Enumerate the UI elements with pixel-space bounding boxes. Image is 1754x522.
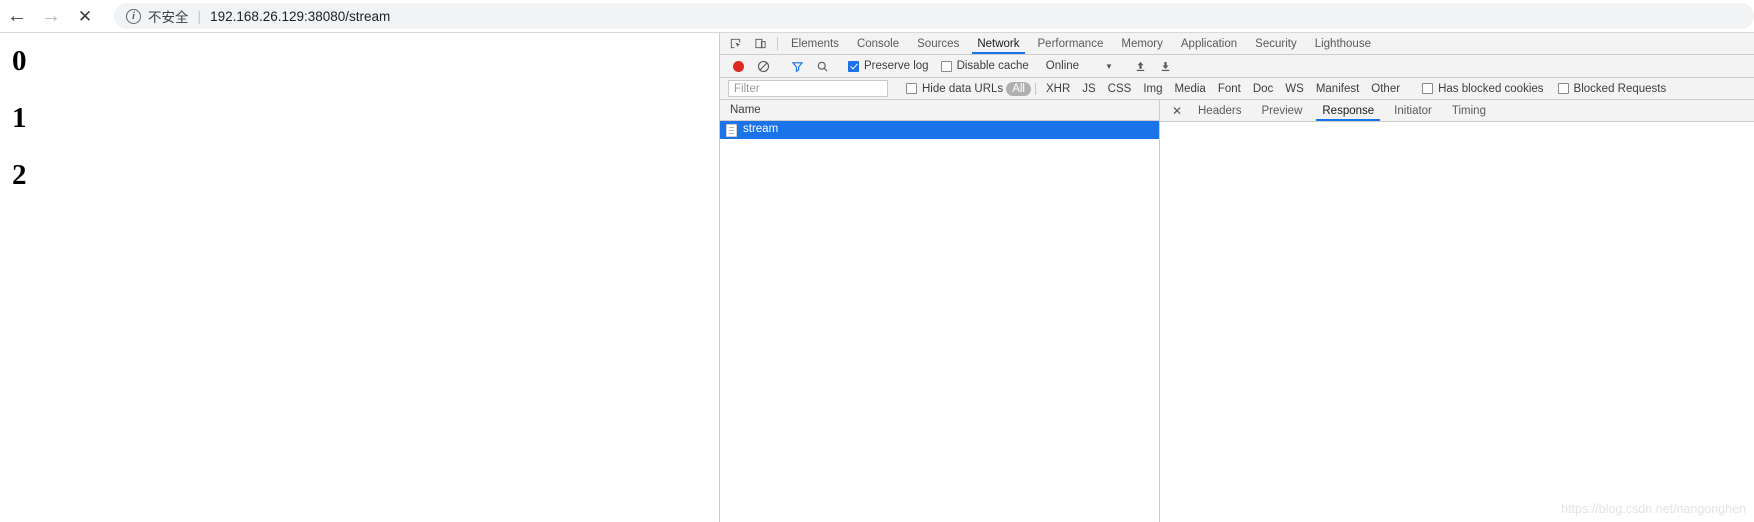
- forward-arrow-icon[interactable]: →: [34, 0, 68, 33]
- info-circle-icon[interactable]: i: [126, 8, 141, 24]
- tab-security[interactable]: Security: [1246, 33, 1306, 54]
- tab-preview[interactable]: Preview: [1251, 100, 1312, 121]
- security-status-label: 不安全: [148, 10, 189, 25]
- disable-cache-label: Disable cache: [956, 60, 1029, 72]
- tab-timing[interactable]: Timing: [1442, 100, 1496, 121]
- app-root: ← → ✕ i 不安全 | 192.168.26.129:38080/strea…: [0, 0, 1754, 522]
- checkbox-box: [848, 60, 859, 72]
- checkbox-box: [940, 60, 952, 72]
- throttling-dropdown[interactable]: Online ▼: [1046, 60, 1113, 72]
- magnifier-search-icon: [817, 61, 828, 72]
- request-name: stream: [743, 123, 779, 136]
- tab-headers[interactable]: Headers: [1188, 100, 1251, 121]
- has-blocked-cookies-checkbox[interactable]: Has blocked cookies: [1422, 82, 1544, 95]
- hide-data-urls-label: Hide data URLs: [922, 82, 1004, 95]
- tab-initiator[interactable]: Initiator: [1384, 100, 1442, 121]
- record-circle-icon: [733, 60, 744, 72]
- funnel-filter-icon: [791, 61, 804, 72]
- throttling-value: Online: [1045, 60, 1080, 72]
- preserve-log-checkbox[interactable]: Preserve log: [848, 60, 929, 72]
- network-filter-bar: Hide data URLs All XHR JS CSS Img Media …: [720, 78, 1754, 100]
- tab-response[interactable]: Response: [1312, 100, 1384, 121]
- record-button[interactable]: [726, 60, 751, 72]
- import-har-button[interactable]: [1128, 60, 1153, 73]
- resource-type-filters: All XHR JS CSS Img Media Font Doc WS Man…: [1006, 81, 1406, 96]
- stream-output-line: 0: [12, 45, 27, 77]
- filter-button[interactable]: [785, 60, 810, 73]
- type-filter-font[interactable]: Font: [1212, 82, 1247, 96]
- type-filter-css[interactable]: CSS: [1102, 82, 1138, 96]
- type-filter-all[interactable]: All: [1006, 81, 1031, 96]
- document-file-icon: [726, 123, 737, 137]
- type-filter-manifest[interactable]: Manifest: [1310, 82, 1365, 96]
- close-icon[interactable]: ✕: [1166, 100, 1188, 121]
- table-row[interactable]: stream: [720, 121, 1159, 139]
- type-filter-other[interactable]: Other: [1365, 82, 1406, 96]
- stream-output-line: 1: [12, 102, 27, 134]
- omnibox-separator: |: [197, 8, 202, 24]
- device-toolbar-icon[interactable]: [748, 33, 773, 54]
- tab-application[interactable]: Application: [1172, 33, 1246, 54]
- checkbox-box: [1422, 83, 1434, 94]
- inspect-cursor-icon[interactable]: [723, 33, 748, 54]
- chevron-down-icon: ▼: [1105, 61, 1113, 71]
- tab-memory[interactable]: Memory: [1112, 33, 1172, 54]
- devtools-panel: Elements Console Sources Network Perform…: [719, 33, 1754, 522]
- type-filter-doc[interactable]: Doc: [1247, 82, 1279, 96]
- page-viewport: 0 1 2: [0, 33, 719, 522]
- checkbox-box: [906, 83, 917, 94]
- filter-input[interactable]: [728, 80, 888, 97]
- stream-output-line: 2: [12, 159, 27, 191]
- back-arrow-icon[interactable]: ←: [0, 0, 34, 33]
- type-filter-js[interactable]: JS: [1076, 82, 1101, 96]
- request-detail-pane: ✕ Headers Preview Response Initiator Tim…: [1160, 100, 1754, 522]
- request-list: Name stream: [720, 100, 1160, 522]
- chip-divider: [1034, 82, 1036, 95]
- toolbar-divider: [777, 37, 778, 50]
- blocked-requests-label: Blocked Requests: [1573, 82, 1667, 95]
- url-text: 192.168.26.129:38080/stream: [210, 8, 391, 24]
- tab-performance[interactable]: Performance: [1029, 33, 1113, 54]
- type-filter-ws[interactable]: WS: [1279, 82, 1310, 96]
- address-bar[interactable]: i 不安全 | 192.168.26.129:38080/stream: [114, 3, 1754, 29]
- column-header-name[interactable]: Name: [720, 100, 1159, 121]
- browser-toolbar: ← → ✕ i 不安全 | 192.168.26.129:38080/strea…: [0, 0, 1754, 33]
- clear-button[interactable]: [751, 60, 776, 73]
- devtools-tabbar: Elements Console Sources Network Perform…: [720, 33, 1754, 55]
- preserve-log-label: Preserve log: [864, 60, 929, 72]
- hide-data-urls-checkbox[interactable]: Hide data URLs: [906, 83, 1003, 95]
- response-content: [1160, 122, 1754, 522]
- network-toolbar: Preserve log Disable cache Online ▼: [720, 55, 1754, 78]
- tab-lighthouse[interactable]: Lighthouse: [1306, 33, 1380, 54]
- tab-console[interactable]: Console: [848, 33, 908, 54]
- detail-tabbar: ✕ Headers Preview Response Initiator Tim…: [1160, 100, 1754, 122]
- disable-cache-checkbox[interactable]: Disable cache: [940, 60, 1029, 72]
- tab-network[interactable]: Network: [968, 33, 1028, 54]
- stop-close-icon[interactable]: ✕: [68, 0, 102, 33]
- tab-sources[interactable]: Sources: [908, 33, 968, 54]
- has-blocked-cookies-label: Has blocked cookies: [1438, 82, 1544, 95]
- network-body: Name stream ✕ Headers Preview Response I…: [720, 100, 1754, 522]
- export-har-down-arrow-icon: [1161, 61, 1170, 71]
- tab-elements[interactable]: Elements: [782, 33, 848, 54]
- export-har-button[interactable]: [1153, 60, 1178, 73]
- type-filter-xhr[interactable]: XHR: [1040, 82, 1076, 96]
- import-har-up-arrow-icon: [1136, 61, 1145, 71]
- type-filter-img[interactable]: Img: [1137, 82, 1168, 96]
- blocked-requests-checkbox[interactable]: Blocked Requests: [1557, 82, 1667, 95]
- type-filter-media[interactable]: Media: [1169, 82, 1212, 96]
- clear-prohibited-icon: [757, 60, 770, 72]
- search-button[interactable]: [810, 60, 835, 73]
- checkbox-box: [1557, 83, 1569, 94]
- watermark-text: https://blog.csdn.net/nangonghen: [1561, 502, 1746, 516]
